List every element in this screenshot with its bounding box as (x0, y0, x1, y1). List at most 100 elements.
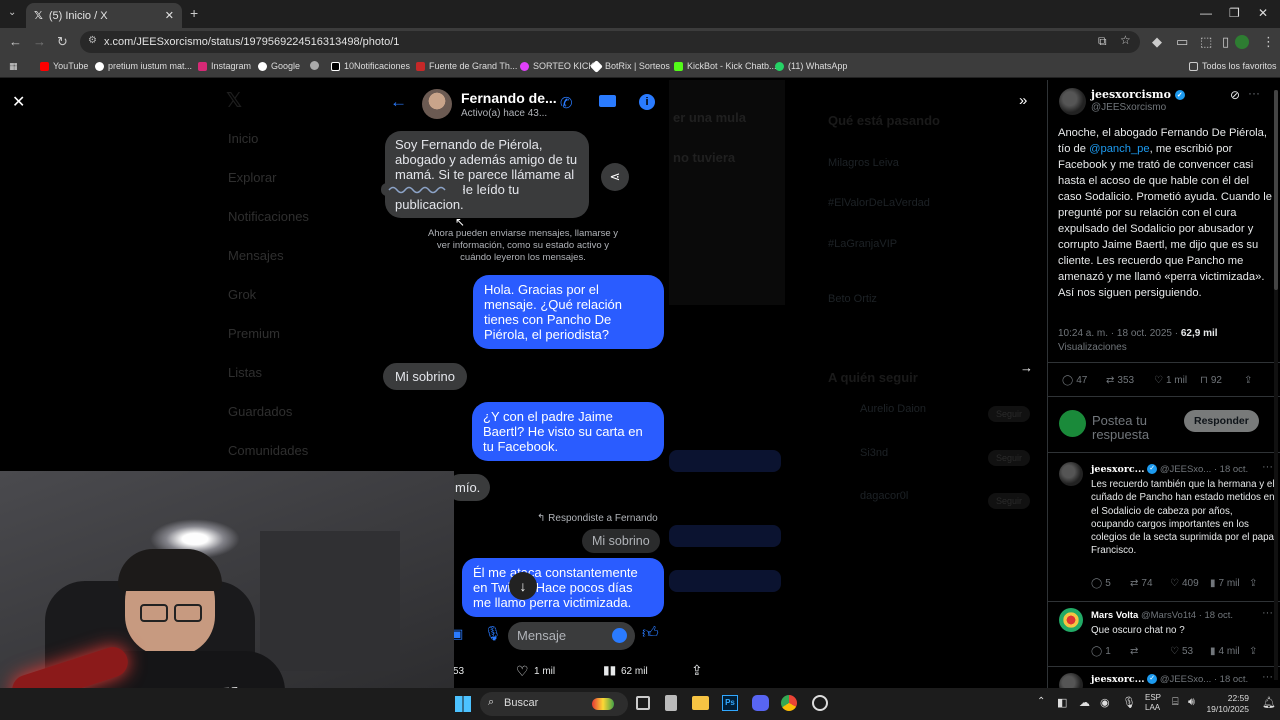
bookmark-unnamed[interactable] (310, 61, 319, 70)
photo-reply-count[interactable]: 53 (453, 666, 464, 677)
reply-avatar[interactable] (1059, 462, 1083, 486)
bookmark-whatsapp[interactable]: (11) WhatsApp (775, 61, 847, 71)
author-name[interactable]: jeesxorcismo ✓ (1091, 88, 1185, 101)
reply-reply-action[interactable]: ◯ 1 (1091, 646, 1111, 657)
reply-icon: ◯ (1091, 646, 1103, 657)
network-icon[interactable]: ⌸ (1172, 696, 1179, 709)
chrome-icon[interactable] (781, 695, 797, 711)
reply-action[interactable]: ◯ 47 (1062, 375, 1087, 386)
tray-mic-icon[interactable]: 🎙︎ (1122, 696, 1136, 709)
tab-close-icon[interactable]: ✕ (165, 9, 174, 22)
taskbar-clock[interactable]: 22:59 19/10/2025 (1205, 693, 1249, 715)
grok-icon[interactable]: ⊘ (1230, 88, 1240, 102)
profile-avatar[interactable] (1235, 35, 1249, 49)
next-photo-icon[interactable]: → (1020, 360, 1033, 375)
reply-like-action[interactable]: ♡ 53 (1170, 646, 1193, 657)
bookmark-google[interactable]: Google (258, 61, 300, 71)
app-icon[interactable] (665, 695, 677, 711)
new-tab-icon[interactable]: + (190, 5, 198, 21)
forward-icon[interactable]: → (33, 34, 46, 49)
bookmark-action[interactable]: ⊓ 92 (1200, 375, 1222, 386)
start-windows-icon[interactable] (455, 696, 471, 712)
photo-share-icon[interactable]: ⇪ (691, 662, 703, 679)
message-outgoing-2: ¿Y con el padre Jaime Baertl? He visto s… (472, 402, 664, 461)
tweet-more-icon[interactable]: ··· (1248, 86, 1260, 100)
reply-more-icon[interactable]: ··· (1262, 461, 1273, 473)
menu-kebab-icon[interactable]: ⋮ (1262, 34, 1275, 50)
reply-header: jeesxorc... ✓ @JEESxo... · 18 oct. (1091, 674, 1249, 685)
bookmark-fuente-gta[interactable]: Fuente de Grand Th... (416, 61, 517, 71)
reload-icon[interactable]: ↻ (57, 34, 68, 50)
discord-icon[interactable] (752, 695, 769, 711)
file-explorer-icon[interactable] (692, 696, 709, 710)
collapse-panel-icon[interactable]: » (1019, 92, 1027, 109)
bookmark-kickbot[interactable]: KickBot - Kick Chatb... (674, 61, 777, 71)
minimize-icon[interactable]: — (1200, 6, 1212, 20)
sidepanel-icon[interactable]: ▯ (1222, 34, 1229, 50)
cloud-icon[interactable]: ☁ (1079, 696, 1090, 709)
install-app-icon[interactable]: ⧉ (1098, 34, 1107, 49)
media-icon[interactable]: ▭ (1176, 34, 1188, 50)
mention-link[interactable]: @panch_pe (1089, 143, 1150, 155)
all-bookmarks[interactable]: Todos los favoritos (1189, 61, 1277, 71)
extension-icon[interactable]: ◆ (1152, 34, 1162, 50)
reply-item[interactable]: jeesxorc... ✓ @JEESxo... · 18 oct. ··· L… (1048, 456, 1280, 601)
reply-item[interactable]: jeesxorc... ✓ @JEESxo... · 18 oct. ··· (1048, 667, 1280, 688)
photoshop-icon[interactable]: Ps (722, 695, 738, 711)
tab-search-icon[interactable]: ⌄ (8, 7, 16, 18)
bookmark-star-icon[interactable]: ☆ (1120, 33, 1131, 47)
share-action[interactable]: ⇪ (1244, 375, 1252, 386)
reply-more-icon[interactable]: ··· (1262, 607, 1273, 619)
keyboard-language[interactable]: ESP LAA (1145, 693, 1161, 713)
restore-icon[interactable]: ❐ (1229, 6, 1240, 20)
task-view-icon[interactable] (636, 696, 650, 710)
like-action[interactable]: ♡ 1 mil (1154, 375, 1187, 386)
glasses-right (174, 604, 202, 622)
close-photo-icon[interactable]: ✕ (12, 92, 25, 112)
reply-more-icon[interactable]: ··· (1262, 671, 1273, 683)
tray-app-icon[interactable]: ◧ (1057, 696, 1067, 709)
bookmark-youtube[interactable]: YouTube (40, 61, 88, 71)
reply-retweet-action[interactable]: ⇄ (1130, 646, 1141, 657)
bookmark-botrix[interactable]: BotRix | Sorteos (590, 59, 670, 73)
reply-share-action[interactable]: ⇪ (1249, 646, 1257, 657)
panel-scrollbar[interactable] (1274, 90, 1278, 680)
site-info-icon[interactable]: ⚙ (88, 35, 97, 46)
bg-blue-bubble (669, 450, 781, 472)
retweet-action[interactable]: ⇄ 353 (1106, 375, 1134, 386)
author-avatar[interactable] (1059, 88, 1086, 115)
reply-views-action[interactable]: ▮ 4 mil (1210, 646, 1240, 657)
author-handle[interactable]: @JEESxorcismo (1091, 102, 1166, 113)
reply-reply-action[interactable]: ◯ 5 (1091, 578, 1111, 589)
reply-retweet-action[interactable]: ⇄ 74 (1130, 578, 1153, 589)
bookmark-pretium[interactable]: pretium iustum mat... (95, 61, 192, 71)
tweet-views-label: Visualizaciones (1058, 342, 1127, 353)
photo-views-icon[interactable]: ▮▮ (603, 663, 616, 677)
reply-avatar[interactable] (1059, 608, 1083, 632)
reply-item[interactable]: Mars Volta @MarsVo1t4 · 18 oct. ··· Que … (1048, 602, 1280, 662)
browser-tab[interactable]: 𝕏 (5) Inicio / X ✕ (26, 3, 182, 28)
apps-grid-icon[interactable]: ▦ (9, 61, 18, 72)
extensions-puzzle-icon[interactable]: ⬚ (1200, 34, 1212, 50)
reply-share-action[interactable]: ⇪ (1249, 578, 1257, 589)
reply-input[interactable]: Postea tu respuesta (1092, 414, 1172, 442)
reply-like-action[interactable]: ♡ 409 (1170, 578, 1199, 589)
scrollbar-thumb[interactable] (1274, 90, 1278, 290)
share-tweet-icon: ⇪ (1244, 375, 1253, 386)
reply-submit-button[interactable]: Responder (1184, 410, 1259, 432)
volume-icon[interactable]: 🔊︎ (1188, 696, 1195, 709)
taskbar-search[interactable]: ⌕ Buscar (480, 692, 628, 716)
photo-like-icon[interactable]: ♡ (516, 663, 529, 680)
bookmark-sorteo-kick[interactable]: SORTEO KICK (520, 61, 594, 71)
app-circle-icon[interactable] (812, 695, 828, 711)
address-bar[interactable]: ⚙ x.com/JEESxorcismo/status/197956922451… (80, 31, 1140, 53)
notifications-bell-icon[interactable]: 🔔︎ (1262, 696, 1276, 709)
close-window-icon[interactable]: ✕ (1258, 6, 1268, 20)
tray-app-icon[interactable]: ◉ (1100, 696, 1110, 709)
reply-avatar[interactable] (1059, 673, 1083, 688)
tray-expand-icon[interactable]: ⌃ (1037, 696, 1045, 707)
reply-views-action[interactable]: ▮ 7 mil (1210, 578, 1240, 589)
bookmark-instagram[interactable]: Instagram (198, 61, 251, 71)
back-icon[interactable]: ← (9, 34, 22, 49)
bookmark-10notificaciones[interactable]: 10Notificaciones (331, 61, 410, 71)
